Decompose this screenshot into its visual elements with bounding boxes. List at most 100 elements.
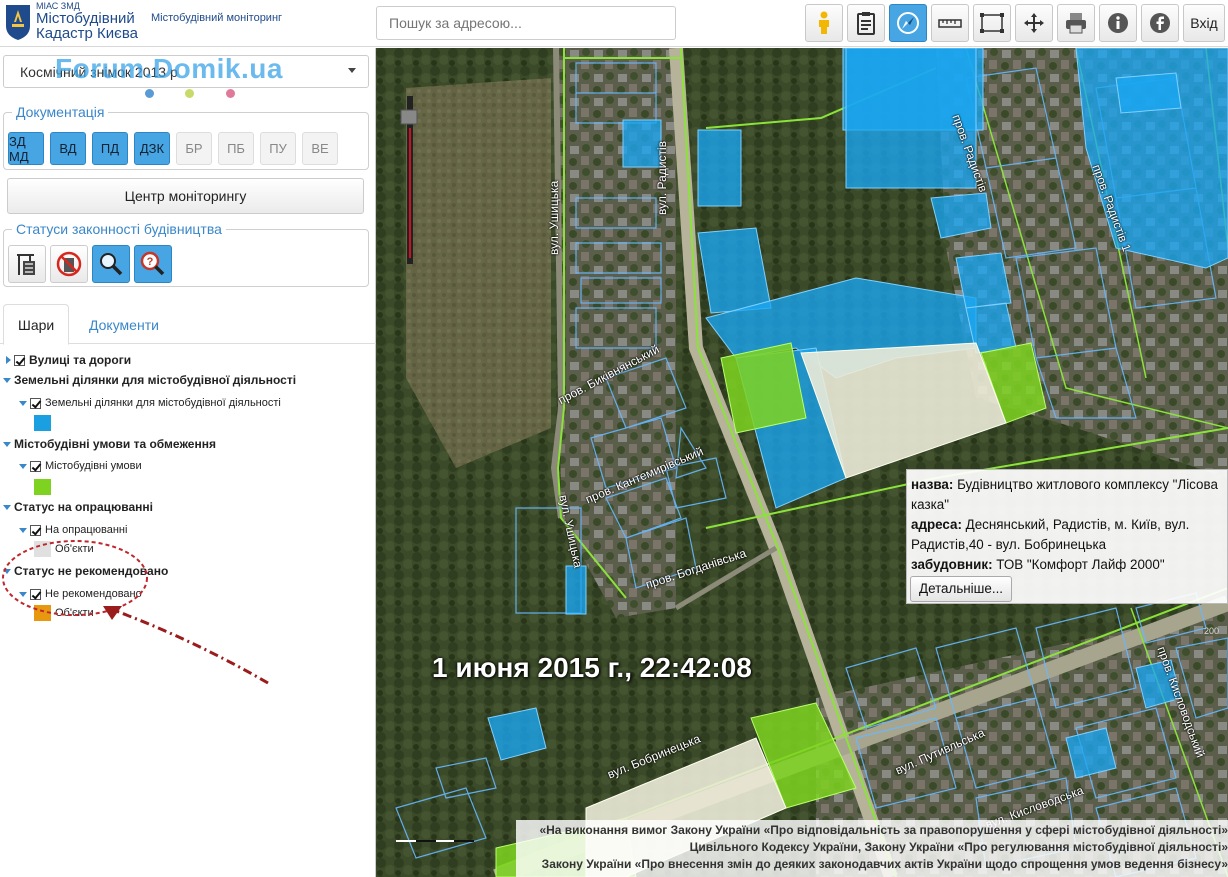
compass-icon	[897, 12, 919, 34]
magnifier-icon	[100, 253, 123, 276]
processing-legend-swatch	[34, 541, 51, 557]
doc-button-3[interactable]: ДЗК	[134, 132, 170, 165]
layer-notrec-checkbox[interactable]	[30, 588, 41, 600]
chevron-down-icon[interactable]	[19, 527, 27, 533]
status-legal-button[interactable]	[8, 245, 46, 283]
facebook-button[interactable]	[1141, 4, 1179, 42]
monitoring-center-button[interactable]: Центр моніторингу	[7, 178, 364, 214]
popup-developer-row: забудовник: ТОВ "Комфорт Лайф 2000"	[911, 555, 1223, 575]
layer-land-label: Земельні ділянки для містобудівної діяль…	[45, 397, 281, 409]
object-popup: назва: Будівництво житлового комплексу "…	[906, 469, 1228, 604]
print-button[interactable]	[1057, 4, 1095, 42]
chevron-right-icon[interactable]	[6, 356, 11, 364]
chevron-down-icon[interactable]	[3, 377, 11, 383]
chevron-down-icon[interactable]	[3, 504, 11, 510]
layer-group-conditions-label: Містобудівні умови та обмеження	[14, 437, 216, 451]
layer-group-processing-label: Статус на опрацюванні	[14, 500, 153, 514]
layer-streets[interactable]: Вулиці та дороги	[3, 353, 131, 367]
measure-distance-button[interactable]	[931, 4, 969, 42]
doc-button-5[interactable]: ПБ	[218, 132, 254, 165]
layer-conditions[interactable]: Містобудівні умови	[19, 460, 142, 472]
street-label: вул. Радистів	[655, 140, 669, 215]
clipboard-icon	[857, 12, 875, 35]
pan-button[interactable]	[1015, 4, 1053, 42]
app-window: МІАС ЗМД Містобудівний Кадастр Києва Міс…	[0, 0, 1228, 877]
street-view-button[interactable]	[805, 4, 843, 42]
conditions-legend-swatch	[34, 479, 51, 495]
popup-name-row: назва: Будівництво житлового комплексу "…	[911, 475, 1223, 515]
layer-processing-label: На опрацюванні	[45, 524, 128, 536]
info-icon	[1108, 13, 1128, 33]
details-button[interactable]: Детальніше...	[910, 576, 1013, 602]
magnifier-question-icon: ?	[140, 251, 165, 276]
disclaimer-line-2: Цивільного Кодексу України, Закону Украї…	[689, 840, 1228, 854]
status-illegal-button[interactable]	[50, 245, 88, 283]
status-inspection-button[interactable]	[92, 245, 130, 283]
report-button[interactable]	[847, 4, 885, 42]
carousel-dot-3[interactable]	[226, 89, 235, 98]
carousel-dot-2[interactable]	[185, 89, 194, 98]
doc-button-2[interactable]: ПД	[92, 132, 128, 165]
sidebar: Космічний знімок 2013 р Forum.Domik.ua Д…	[0, 48, 376, 877]
layer-group-conditions[interactable]: Містобудівні умови та обмеження	[3, 437, 216, 451]
layer-group-land-label: Земельні ділянки для містобудівної діяль…	[14, 373, 297, 387]
doc-button-4[interactable]: БР	[176, 132, 212, 165]
popup-address-row: адреса: Деснянський, Радистів, м. Київ, …	[911, 515, 1223, 555]
brand-subtitle: Містобудівний моніторинг	[151, 12, 283, 24]
chevron-down-icon[interactable]	[19, 463, 27, 469]
chevron-down-icon[interactable]	[3, 568, 11, 574]
layer-group-land[interactable]: Земельні ділянки для містобудівної діяль…	[3, 373, 296, 387]
layer-streets-checkbox[interactable]	[14, 354, 25, 366]
doc-button-0[interactable]: ЗД МД	[8, 132, 44, 165]
chevron-down-icon[interactable]	[19, 400, 27, 406]
map-view[interactable]: 200 вул. Ушицька вул. Радистів пров. Рад…	[376, 48, 1228, 877]
status-question-button[interactable]: ?	[134, 245, 172, 283]
info-button[interactable]	[1099, 4, 1137, 42]
notrec-legend-swatch	[34, 605, 51, 621]
legal-disclaimer: «На виконання вимог Закону України «Про …	[516, 820, 1228, 877]
layer-group-notrec[interactable]: Статус не рекомендовано	[3, 564, 168, 578]
carousel-dot-1[interactable]	[145, 89, 154, 98]
kyiv-emblem-icon	[6, 5, 30, 40]
layer-group-processing[interactable]: Статус на опрацюванні	[3, 500, 153, 514]
layer-conditions-checkbox[interactable]	[30, 460, 41, 472]
svg-text:200: 200	[1204, 626, 1219, 636]
layer-land[interactable]: Земельні ділянки для містобудівної діяль…	[19, 397, 281, 409]
disclaimer-line-1: «На виконання вимог Закону України «Про …	[539, 823, 1228, 837]
address-search-input[interactable]	[376, 6, 676, 40]
header: МІАС ЗМД Містобудівний Кадастр Києва Міс…	[0, 0, 1228, 47]
tab-documents[interactable]: Документи	[75, 304, 173, 345]
chevron-down-icon[interactable]	[19, 591, 27, 597]
print-icon	[1066, 13, 1086, 34]
land-legend-swatch	[34, 415, 51, 431]
measure-area-button[interactable]	[973, 4, 1011, 42]
layer-notrec[interactable]: Не рекомендовано	[19, 588, 142, 600]
layer-processing-checkbox[interactable]	[30, 524, 41, 536]
popup-developer-label: забудовник:	[911, 557, 993, 572]
no-building-icon	[56, 251, 82, 277]
layer-land-checkbox[interactable]	[30, 397, 41, 409]
layer-conditions-label: Містобудівні умови	[45, 460, 142, 472]
doc-button-6[interactable]: ПУ	[260, 132, 296, 165]
chevron-down-icon[interactable]	[3, 441, 11, 447]
brand-title-line2: Кадастр Києва	[36, 25, 138, 42]
sidebar-tabs: Шари Документи	[0, 304, 376, 345]
navigate-button[interactable]	[889, 4, 927, 42]
svg-text:?: ?	[147, 256, 154, 268]
layer-processing[interactable]: На опрацюванні	[19, 524, 127, 536]
popup-developer-value: ТОВ "Комфорт Лайф 2000"	[996, 557, 1165, 572]
facebook-icon	[1150, 13, 1170, 33]
chevron-down-icon	[348, 68, 356, 73]
layer-group-notrec-label: Статус не рекомендовано	[14, 564, 169, 578]
area-measure-icon	[980, 13, 1004, 33]
tab-layers[interactable]: Шари	[3, 304, 70, 345]
documentation-legend: Документація	[16, 104, 105, 120]
person-icon	[819, 11, 829, 34]
login-button[interactable]: Вхід	[1183, 4, 1225, 42]
statuses-legend: Статуси законності будівництва	[16, 221, 222, 237]
doc-button-7[interactable]: ВЕ	[302, 132, 338, 165]
timestamp-overlay: 1 июня 2015 г., 22:42:08	[432, 652, 752, 683]
building-crane-icon	[17, 254, 35, 275]
doc-button-1[interactable]: ВД	[50, 132, 86, 165]
move-icon	[1024, 13, 1044, 33]
